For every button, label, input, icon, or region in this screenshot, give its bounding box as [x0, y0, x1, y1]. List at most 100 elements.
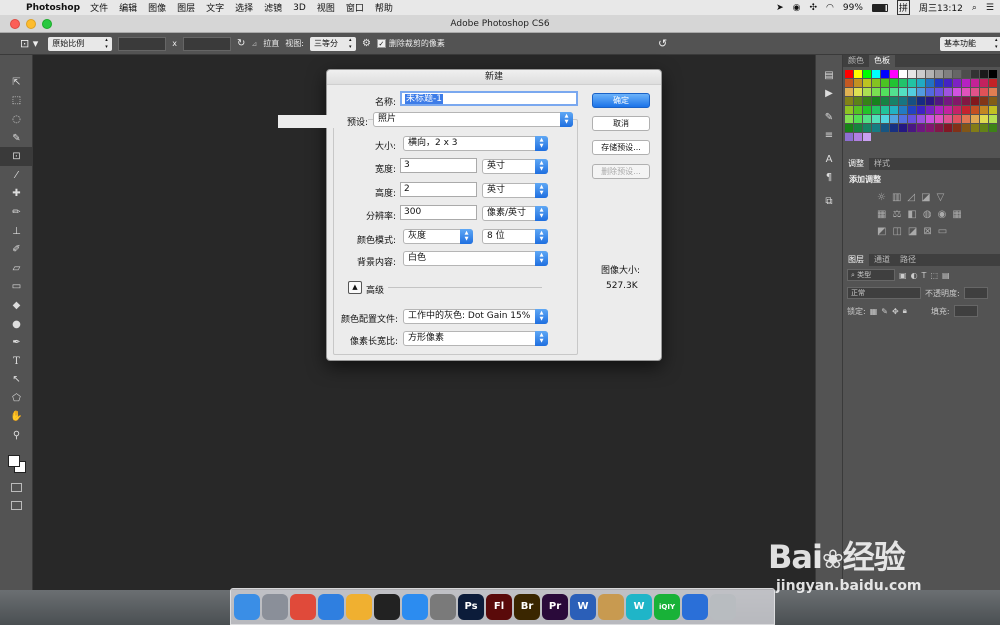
preset-select[interactable]: 照片 ▲ ▼: [373, 112, 573, 127]
hue-adj-icon[interactable]: ▦: [877, 209, 886, 220]
selective-color-adj-icon[interactable]: ⊠: [923, 226, 931, 237]
lookup-adj-icon[interactable]: ▦: [952, 209, 961, 220]
zoom-tool-icon[interactable]: ⚲: [0, 426, 33, 445]
save-preset-button[interactable]: 存储预设...: [592, 140, 650, 155]
menu-filter[interactable]: 滤镜: [264, 1, 282, 14]
qq-icon[interactable]: [374, 593, 400, 620]
clock[interactable]: 周三13:12: [919, 1, 963, 14]
swatches-grid[interactable]: [843, 67, 1000, 144]
quicktime-icon[interactable]: [682, 593, 708, 620]
mixer-adj-icon[interactable]: ◉: [938, 209, 947, 220]
hand-tool-icon[interactable]: ✋: [0, 408, 33, 427]
aspect-ratio-select[interactable]: 方形像素 ▲ ▼: [403, 331, 548, 346]
spotlight-icon[interactable]: ⌕: [972, 3, 977, 13]
shape-tool-icon[interactable]: ⬠: [0, 389, 33, 408]
healing-tool-icon[interactable]: ✚: [0, 185, 33, 204]
menu-type[interactable]: 文字: [206, 1, 224, 14]
history-panel-icon[interactable]: ▤: [816, 70, 842, 88]
width-unit-select[interactable]: 英寸 ▲ ▼: [482, 159, 548, 174]
launchpad-icon[interactable]: [262, 593, 288, 620]
exposure-adj-icon[interactable]: ◪: [921, 192, 930, 203]
menu-view[interactable]: 视图: [317, 1, 335, 14]
photo-filter-adj-icon[interactable]: ◍: [923, 209, 932, 220]
eyedropper-tool-icon[interactable]: ⁄: [0, 166, 33, 185]
word-icon[interactable]: W: [570, 593, 596, 620]
color-mode-select[interactable]: 灰度 ▲ ▼: [403, 229, 473, 244]
brush-panel-icon[interactable]: ✎: [816, 112, 842, 130]
tab-styles[interactable]: 样式: [869, 158, 895, 170]
tab-adjustments[interactable]: 调整: [843, 158, 869, 170]
menu-image[interactable]: 图像: [148, 1, 166, 14]
filter-adjust-icon[interactable]: ◐: [911, 271, 918, 280]
size-select[interactable]: 横向，2 x 3 ▲ ▼: [403, 136, 548, 151]
ok-button[interactable]: 确定: [592, 93, 650, 108]
menu-help[interactable]: 帮助: [375, 1, 393, 14]
tab-layers[interactable]: 图层: [843, 254, 869, 266]
tab-paths[interactable]: 路径: [895, 254, 921, 266]
ratio-height-field[interactable]: [182, 36, 231, 51]
vibrance-adj-icon[interactable]: ▽: [937, 192, 945, 203]
pen-tool-icon[interactable]: ✒: [0, 333, 33, 352]
fill-field[interactable]: [953, 305, 978, 317]
quick-select-tool-icon[interactable]: ✎: [0, 129, 33, 148]
dodge-tool-icon[interactable]: ●: [0, 315, 33, 334]
tab-channels[interactable]: 通道: [869, 254, 895, 266]
flash-icon[interactable]: Fl: [486, 593, 512, 620]
quick-mask-icon[interactable]: [11, 483, 22, 492]
battery-icon[interactable]: [871, 3, 888, 12]
settings-icon[interactable]: [430, 593, 456, 620]
archive-icon[interactable]: [598, 593, 624, 620]
lock-transparent-icon[interactable]: ▦: [870, 307, 878, 316]
gear-icon[interactable]: ⚙: [362, 38, 371, 49]
bit-depth-select[interactable]: 8 位 ▲ ▼: [482, 229, 548, 244]
blend-mode-select[interactable]: 正常: [847, 287, 921, 299]
filter-type-icon[interactable]: T: [922, 271, 927, 280]
gradient-map-adj-icon[interactable]: ▭: [938, 226, 947, 237]
iqiyi-icon[interactable]: iQIY: [654, 593, 680, 620]
resolution-field[interactable]: 300: [400, 205, 477, 220]
lasso-tool-icon[interactable]: ◌: [0, 110, 33, 129]
name-field[interactable]: 未标题-1: [400, 91, 578, 106]
reset-icon[interactable]: ↺: [658, 37, 667, 50]
type-tool-icon[interactable]: T: [0, 352, 33, 371]
move-tool-icon[interactable]: ⇱: [0, 73, 33, 92]
color-profile-select[interactable]: 工作中的灰色: Dot Gain 15% ▲ ▼: [403, 309, 548, 324]
brush-tool-icon[interactable]: ✏: [0, 203, 33, 222]
paragraph-panel-icon[interactable]: ¶: [816, 172, 842, 190]
wechat-icon[interactable]: ✣: [810, 3, 818, 13]
filter-shape-icon[interactable]: ⬚: [930, 271, 938, 280]
premiere-icon[interactable]: Pr: [542, 593, 568, 620]
actions-panel-icon[interactable]: ▶: [816, 88, 842, 106]
crop-tool-preset-icon[interactable]: ⊡ ▾: [20, 37, 38, 50]
filter-pixel-icon[interactable]: ▣: [899, 271, 907, 280]
browser-w-icon[interactable]: W: [626, 593, 652, 620]
chrome-icon[interactable]: [290, 593, 316, 620]
properties-panel-icon[interactable]: ⧉: [816, 196, 842, 214]
eye-icon[interactable]: ◉: [793, 3, 801, 13]
tab-swatches[interactable]: 色板: [869, 55, 895, 67]
ratio-select[interactable]: 原始比例: [48, 36, 113, 51]
levels-adj-icon[interactable]: ▥: [892, 192, 901, 203]
brush-presets-icon[interactable]: ≡: [816, 130, 842, 148]
lock-pixels-icon[interactable]: ✎: [881, 307, 888, 316]
height-field[interactable]: 2: [400, 182, 477, 197]
delete-preset-button[interactable]: 删除预设...: [592, 164, 650, 179]
cancel-button[interactable]: 取消: [592, 116, 650, 131]
brightness-adj-icon[interactable]: ☼: [877, 192, 886, 203]
view-select[interactable]: 三等分: [309, 36, 356, 51]
send-icon[interactable]: ➤: [776, 3, 784, 13]
marquee-tool-icon[interactable]: ⬚: [0, 92, 33, 111]
invert-adj-icon[interactable]: ◩: [877, 226, 886, 237]
notification-icon[interactable]: ☰: [986, 3, 994, 13]
stamp-tool-icon[interactable]: ⊥: [0, 222, 33, 241]
crop-tool-icon[interactable]: ⊡: [0, 147, 33, 166]
blur-tool-icon[interactable]: ◆: [0, 296, 33, 315]
path-select-tool-icon[interactable]: ↖: [0, 371, 33, 390]
swap-icon[interactable]: ↻: [237, 38, 245, 49]
close-window-icon[interactable]: [10, 19, 20, 29]
menu-file[interactable]: 文件: [90, 1, 108, 14]
photoshop-icon[interactable]: Ps: [458, 593, 484, 620]
advanced-toggle-button[interactable]: ▲: [348, 281, 362, 294]
menu-edit[interactable]: 编辑: [119, 1, 137, 14]
screen-mode-icon[interactable]: [11, 501, 22, 510]
